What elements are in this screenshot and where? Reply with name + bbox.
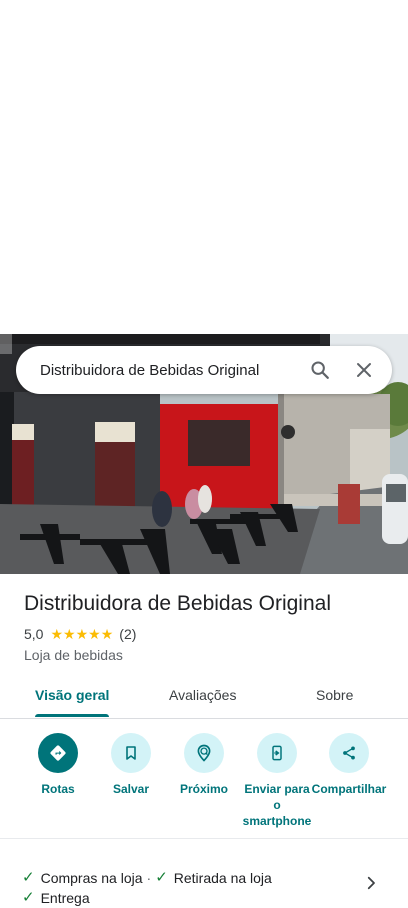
send-to-phone-button[interactable]: Enviar para o smartphone bbox=[239, 733, 315, 829]
check-icon: ✓ bbox=[155, 869, 168, 886]
directions-label: Rotas bbox=[41, 782, 75, 796]
active-tab-indicator bbox=[35, 714, 109, 717]
nearby-button[interactable]: Próximo bbox=[166, 733, 242, 797]
action-bar: Rotas Salvar Próximo Enviar para o smart… bbox=[0, 733, 408, 833]
star-icon: ★ bbox=[88, 626, 101, 642]
star-icon: ★ bbox=[75, 626, 89, 642]
star-icon: ★ bbox=[100, 626, 114, 642]
share-icon[interactable] bbox=[329, 733, 369, 773]
save-button[interactable]: Salvar bbox=[93, 733, 169, 797]
tab-about[interactable]: Sobre bbox=[316, 687, 353, 703]
directions-icon[interactable] bbox=[38, 733, 78, 773]
amenity-item: Retirada na loja bbox=[173, 870, 272, 886]
chevron-right-icon[interactable] bbox=[362, 874, 380, 897]
amenity-item: Compras na loja bbox=[40, 870, 143, 886]
check-icon: ✓ bbox=[22, 889, 35, 906]
amenities-list[interactable]: ✓ Compras na loja · ✓ Retirada na loja ✓… bbox=[22, 868, 362, 908]
rating-row[interactable]: 5,0 ★ ★ ★ ★ ★ (2) bbox=[24, 626, 136, 642]
star-icon: ★ bbox=[63, 626, 76, 642]
bookmark-icon[interactable] bbox=[111, 733, 151, 773]
review-count[interactable]: (2) bbox=[119, 626, 136, 642]
tab-reviews[interactable]: Avaliações bbox=[169, 687, 236, 703]
search-box[interactable]: Distribuidora de Bebidas Original bbox=[16, 346, 392, 394]
section-divider bbox=[0, 838, 408, 839]
send-to-phone-icon[interactable] bbox=[257, 733, 297, 773]
nearby-icon[interactable] bbox=[184, 733, 224, 773]
tab-overview[interactable]: Visão geral bbox=[35, 687, 109, 703]
check-icon: ✓ bbox=[22, 869, 35, 886]
send-to-phone-label: Enviar para o smartphone bbox=[242, 782, 312, 828]
amenity-separator: · bbox=[146, 870, 152, 886]
close-icon[interactable] bbox=[342, 348, 386, 392]
share-label: Compartilhar bbox=[311, 782, 387, 796]
tab-bar: Visão geral Avaliações Sobre bbox=[0, 678, 408, 719]
rating-value: 5,0 bbox=[24, 626, 44, 642]
star-rating: ★ ★ ★ ★ ★ bbox=[50, 627, 113, 641]
search-icon[interactable] bbox=[298, 348, 342, 392]
nearby-label: Próximo bbox=[179, 782, 228, 796]
directions-button[interactable]: Rotas bbox=[20, 733, 96, 797]
amenity-item: Entrega bbox=[40, 890, 90, 906]
search-input[interactable]: Distribuidora de Bebidas Original bbox=[40, 362, 298, 379]
star-icon: ★ bbox=[50, 626, 64, 642]
place-category: Loja de bebidas bbox=[24, 647, 123, 663]
save-label: Salvar bbox=[112, 782, 150, 796]
share-button[interactable]: Compartilhar bbox=[311, 733, 387, 797]
place-title: Distribuidora de Bebidas Original bbox=[24, 592, 331, 615]
